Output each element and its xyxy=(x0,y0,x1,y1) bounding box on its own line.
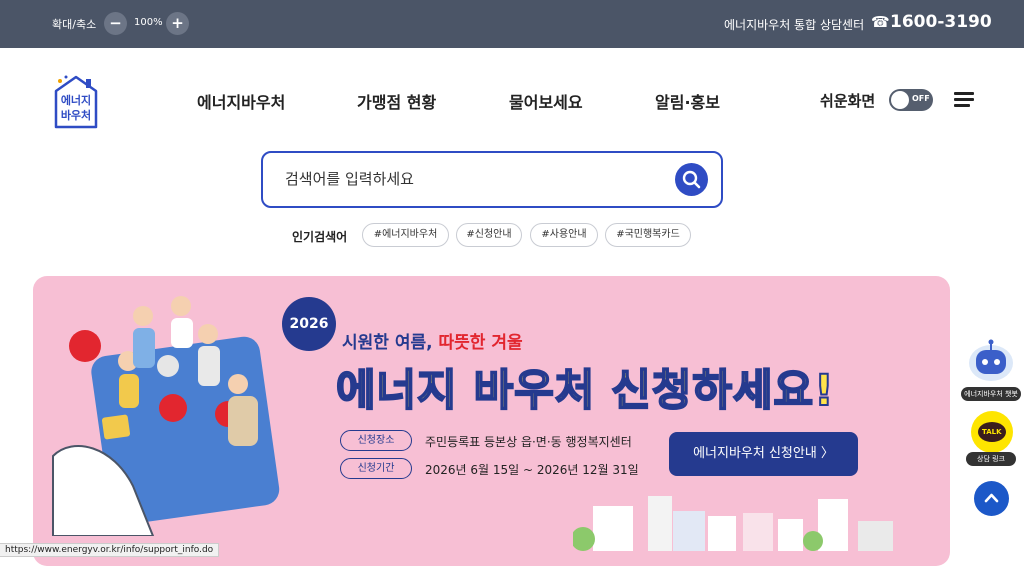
easy-mode-label: 쉬운화면 xyxy=(820,92,876,110)
people-illustration xyxy=(52,296,280,536)
subtitle-part-winter: 따뜻한 겨울 xyxy=(438,333,523,353)
nav-notice[interactable]: 알림·홍보 xyxy=(655,89,720,113)
keyword-tag[interactable]: #사용안내 xyxy=(530,223,598,247)
nav-merchants[interactable]: 가맹점 현황 xyxy=(357,89,436,113)
popular-keywords-label: 인기검색어 xyxy=(292,230,348,244)
keyword-tag[interactable]: #국민행복카드 xyxy=(605,223,691,247)
easy-mode-toggle[interactable]: OFF xyxy=(889,89,933,111)
chatbot-label: 에너지바우처 챗봇 xyxy=(961,387,1021,401)
kakao-label: 상담 링크 xyxy=(966,452,1016,466)
site-logo[interactable]: 에너지 바우처 xyxy=(52,73,100,129)
chevron-up-icon xyxy=(984,493,999,503)
info-label-period: 신청기간 xyxy=(340,458,412,479)
zoom-in-button[interactable]: + xyxy=(166,12,189,35)
info-text-period: 2026년 6월 15일 ~ 2026년 12월 31일 xyxy=(425,463,639,477)
house-logo-icon: 에너지 바우처 xyxy=(54,75,98,129)
search-button[interactable] xyxy=(675,163,708,196)
info-text-place: 주민등록표 등본상 읍·면·동 행정복지센터 xyxy=(425,435,632,449)
info-label-place: 신청장소 xyxy=(340,430,412,451)
kakao-consult-button[interactable]: TALK 상담 링크 xyxy=(966,411,1016,467)
search-box xyxy=(261,151,723,208)
logo-text-line2: 바우처 xyxy=(61,108,91,122)
hotline-number[interactable]: 1600-3190 xyxy=(890,12,992,32)
phone-icon: ☎ xyxy=(871,13,890,31)
top-utility-bar: 확대/축소 − 100% + 에너지바우처 통합 상담센터 ☎ 1600-319… xyxy=(0,0,1024,48)
robot-icon xyxy=(969,339,1013,381)
apply-guide-button[interactable]: 에너지바우처 신청안내 〉 xyxy=(669,432,858,476)
year-badge: 2026 xyxy=(282,297,336,351)
keyword-tag[interactable]: #에너지바우처 xyxy=(362,223,449,247)
toggle-state: OFF xyxy=(912,94,930,103)
kakao-badge: TALK xyxy=(982,428,1002,436)
zoom-label: 확대/축소 xyxy=(52,18,97,31)
chatbot-button[interactable]: 에너지바우처 챗봇 xyxy=(961,338,1021,402)
status-bar-url: https://www.energyv.or.kr/info/support_i… xyxy=(0,543,220,557)
nav-faq[interactable]: 물어보세요 xyxy=(509,89,583,113)
hotline-label: 에너지바우처 통합 상담센터 xyxy=(724,18,865,32)
main-banner[interactable]: 2026 시원한 여름, 따뜻한 겨울 에너지 바우처 신청하세요! 신청장소 … xyxy=(33,276,950,566)
toggle-knob xyxy=(891,91,909,109)
scroll-to-top-button[interactable] xyxy=(974,481,1009,516)
keyword-tag[interactable]: #신청안내 xyxy=(456,223,522,247)
search-icon xyxy=(682,170,701,189)
zoom-out-button[interactable]: − xyxy=(104,12,127,35)
zoom-value: 100% xyxy=(134,17,163,28)
logo-text-line1: 에너지 xyxy=(61,93,91,107)
search-input[interactable] xyxy=(285,170,645,188)
menu-icon[interactable] xyxy=(954,92,974,108)
subtitle-part-summer: 시원한 여름, xyxy=(342,333,439,353)
banner-subtitle: 시원한 여름, 따뜻한 겨울 xyxy=(342,328,523,353)
city-illustration xyxy=(573,496,893,551)
nav-energy-voucher[interactable]: 에너지바우처 xyxy=(197,89,285,113)
banner-headline: 에너지 바우처 신청하세요! xyxy=(335,365,835,417)
